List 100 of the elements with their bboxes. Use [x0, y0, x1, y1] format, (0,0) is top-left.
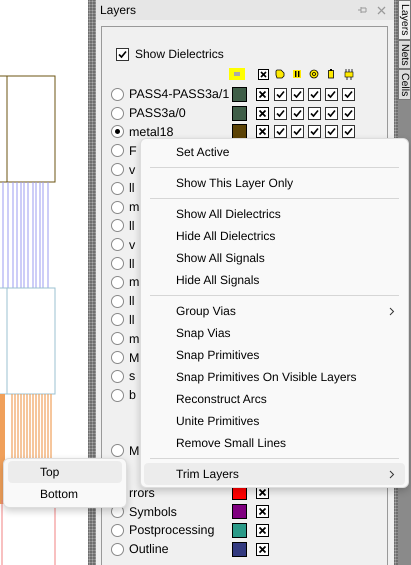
layer-name: metal18 [129, 124, 174, 139]
checkbox[interactable] [308, 106, 321, 120]
layer-radio[interactable] [111, 524, 124, 537]
checkbox[interactable] [308, 125, 321, 138]
side-tab[interactable]: Nets [398, 40, 411, 70]
menu-item[interactable]: Show All Dielectrics [144, 203, 405, 225]
layer-radio[interactable] [111, 542, 124, 556]
layer-radio[interactable] [111, 219, 124, 232]
layer-radio[interactable] [111, 200, 124, 214]
layer-color-swatch[interactable] [232, 106, 247, 121]
layer-radio[interactable] [111, 370, 124, 383]
visibility-column-icon [258, 68, 269, 80]
layer-name: v [129, 238, 136, 252]
layer-color-swatch[interactable] [232, 124, 247, 140]
menu-item[interactable]: Group Vias [144, 300, 405, 322]
layer-radio[interactable] [111, 125, 124, 138]
visibility-checkbox[interactable] [256, 524, 269, 537]
layer-name: ll [129, 256, 135, 271]
layer-name: ll [129, 181, 135, 196]
layer-radio[interactable] [111, 388, 124, 402]
menu-item[interactable]: Trim Layers [144, 463, 405, 485]
menu-item[interactable]: Unite Primitives [144, 410, 405, 432]
checkbox[interactable] [342, 125, 355, 138]
menu-item[interactable]: Snap Primitives On Visible Layers [144, 366, 405, 388]
checkbox-label: Show Dielectrics [135, 47, 224, 61]
checkbox[interactable] [291, 125, 304, 138]
menu-item[interactable]: Show All Signals [144, 247, 405, 269]
layer-radio[interactable] [111, 106, 124, 120]
layer-radio[interactable] [111, 257, 124, 270]
layer-color-swatch[interactable] [232, 504, 247, 520]
layer-name: Symbols [129, 504, 177, 519]
layer-name: ll [129, 312, 135, 327]
checkbox[interactable] [291, 106, 304, 120]
menu-item[interactable]: Top [8, 461, 122, 483]
checkbox[interactable] [325, 106, 338, 120]
visibility-checkbox[interactable] [256, 505, 269, 518]
layer-name: s [129, 369, 136, 384]
layer-name: M [129, 350, 140, 365]
visibility-checkbox[interactable] [256, 88, 269, 101]
layer-radio[interactable] [111, 88, 124, 101]
layer-name: ll [129, 294, 135, 308]
visibility-checkbox[interactable] [256, 542, 269, 556]
layer-radio[interactable] [111, 238, 124, 252]
visibility-checkbox[interactable] [256, 125, 269, 138]
chevron-right-icon [389, 306, 395, 316]
component-column-icon [343, 68, 355, 80]
layer-color-swatch[interactable] [232, 542, 247, 557]
side-tab[interactable]: Cells [398, 69, 411, 100]
layer-color-swatch[interactable] [232, 522, 247, 538]
menu-item[interactable]: Set Active [144, 141, 405, 163]
side-tab[interactable]: Layers [398, 0, 411, 40]
layer-name: M [129, 444, 140, 458]
layer-radio[interactable] [111, 276, 124, 289]
layer-name: m [129, 200, 140, 214]
layer-name: PASS3a/0 [129, 106, 186, 120]
layer-name: Postprocessing [129, 523, 214, 538]
layer-name: m [129, 332, 140, 346]
layer-radio[interactable] [111, 332, 124, 346]
layer-color-swatch[interactable] [232, 86, 247, 102]
layer-name: rrors [129, 486, 155, 500]
checkbox[interactable] [308, 88, 321, 101]
target-column-icon [309, 69, 319, 79]
bars-column-icon [292, 69, 302, 79]
polygon-column-icon [275, 69, 285, 79]
menu-item[interactable]: Hide All Dielectrics [144, 225, 405, 247]
checkbox[interactable] [274, 106, 287, 120]
layer-name: F [129, 144, 137, 158]
checkbox[interactable] [274, 125, 287, 138]
layer-name: PASS4-PASS3a/1 [129, 87, 230, 102]
layer-name: ll [129, 218, 135, 233]
menu-item[interactable]: Show This Layer Only [144, 172, 405, 194]
menu-item[interactable]: Snap Primitives [144, 344, 405, 366]
menu-item[interactable]: Hide All Signals [144, 269, 405, 291]
layer-name: m [129, 275, 140, 290]
visibility-checkbox[interactable] [256, 106, 269, 120]
layer-name: v [129, 162, 136, 177]
menu-item[interactable]: Snap Vias [144, 322, 405, 344]
color-column-icon [229, 68, 245, 80]
layer-name: b [129, 388, 136, 402]
checkbox[interactable] [325, 88, 338, 101]
layer-radio[interactable] [111, 163, 124, 176]
menu-item[interactable]: Bottom [8, 483, 122, 505]
layer-radio[interactable] [111, 182, 124, 195]
menu-item[interactable]: Remove Small Lines [144, 432, 405, 454]
layer-radio[interactable] [111, 351, 124, 364]
show-dielectrics-checkbox[interactable]: Show Dielectrics [116, 47, 387, 61]
layer-radio[interactable] [111, 294, 124, 308]
menu-item[interactable]: Reconstruct Arcs [144, 388, 405, 410]
checkbox[interactable] [342, 88, 355, 101]
layer-radio[interactable] [111, 313, 124, 326]
pad-column-icon [326, 69, 336, 79]
checkbox[interactable] [291, 88, 304, 101]
checkbox[interactable] [325, 125, 338, 138]
checkbox[interactable] [116, 48, 129, 60]
panel-splitter[interactable] [88, 0, 96, 565]
checkbox[interactable] [274, 88, 287, 101]
layer-radio[interactable] [111, 144, 124, 158]
layer-radio[interactable] [111, 444, 124, 458]
checkbox[interactable] [342, 106, 355, 120]
chevron-right-icon [389, 470, 395, 478]
